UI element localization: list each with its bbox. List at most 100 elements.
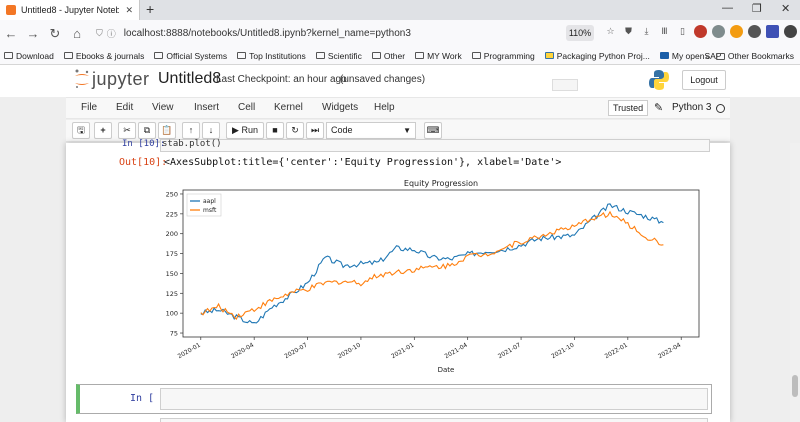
menu-help[interactable]: Help <box>374 102 395 113</box>
jupyter-logo-text: jupyter <box>92 68 150 89</box>
extension-orange-icon[interactable] <box>730 25 743 38</box>
restart-run-all-button[interactable]: ⏭ <box>306 122 324 139</box>
reload-icon[interactable]: ↻ <box>44 26 66 42</box>
bookmark-scientific[interactable]: Scientific <box>315 51 362 61</box>
opensap-icon <box>659 52 669 59</box>
menu-kernel[interactable]: Kernel <box>274 102 303 113</box>
notebook-name[interactable]: Untitled8 <box>158 70 221 88</box>
pencil-icon[interactable]: ✎ <box>654 101 663 114</box>
bookmark-programming[interactable]: Programming <box>471 51 535 61</box>
arrow-down-icon: ↓ <box>208 125 214 135</box>
sidebar-icon[interactable]: ▯ <box>676 25 689 38</box>
x-tick-label: 2022-04 <box>657 342 682 361</box>
previous-cell-input[interactable] <box>160 139 710 152</box>
move-down-button[interactable]: ↓ <box>202 122 220 139</box>
paste-button[interactable]: 📋 <box>158 122 176 139</box>
interrupt-button[interactable]: ■ <box>266 122 284 139</box>
extension-dark-icon[interactable] <box>748 25 761 38</box>
command-palette-button[interactable]: ⌨ <box>424 122 442 139</box>
menu-file[interactable]: File <box>81 102 97 113</box>
browser-tab-bar: Untitled8 - Jupyter Notebook ✕ + — ❐ ✕ <box>0 0 800 20</box>
notebook-scrollbar[interactable] <box>790 143 800 422</box>
menu-insert[interactable]: Insert <box>194 102 219 113</box>
folder-icon <box>154 52 164 59</box>
next-cell-input[interactable] <box>160 418 708 422</box>
folder-icon <box>715 52 725 60</box>
page-info-icon: ⓘ <box>106 29 116 39</box>
menu-widgets[interactable]: Widgets <box>322 102 358 113</box>
maximize-icon[interactable]: ❐ <box>752 2 762 15</box>
stop-icon: ■ <box>272 125 278 135</box>
run-button[interactable]: ▶ Run <box>226 122 264 139</box>
url-bar[interactable]: ⛉ ⓘ localhost:8888/notebooks/Untitled8.i… <box>96 23 556 44</box>
kernel-idle-indicator-icon <box>716 104 725 113</box>
x-tick-label: 2021-10 <box>550 342 575 361</box>
run-label: Run <box>241 125 258 135</box>
previous-cell-prompt: In [10]: <box>122 139 166 149</box>
bookmark-my-work[interactable]: MY Work <box>415 51 462 61</box>
cell-type-select[interactable]: Code ▼ <box>326 122 416 139</box>
copy-button[interactable]: ⧉ <box>138 122 156 139</box>
menu-edit[interactable]: Edit <box>116 102 133 113</box>
move-up-button[interactable]: ↑ <box>182 122 200 139</box>
home-icon[interactable]: ⌂ <box>66 26 88 41</box>
extension-grey-icon[interactable] <box>712 25 725 38</box>
y-tick-label: 125 <box>166 290 178 298</box>
jupyter-favicon-icon <box>6 5 16 15</box>
bookmark-ebooks[interactable]: Ebooks & journals <box>63 51 144 61</box>
chevron-right-icon[interactable]: » <box>705 51 710 61</box>
pocket-icon[interactable]: ⛊ <box>622 25 635 38</box>
library-icon[interactable]: Ⅲ <box>658 25 671 38</box>
x-tick-label: 2020-07 <box>283 342 308 361</box>
download-icon[interactable]: ⤓ <box>640 25 653 38</box>
window-close-icon[interactable]: ✕ <box>781 2 790 15</box>
x-tick-label: 2021-04 <box>443 342 468 361</box>
code-input[interactable] <box>160 388 708 410</box>
jupyter-logo[interactable]: jupyter <box>74 68 150 90</box>
tab-title: Untitled8 - Jupyter Notebook <box>21 5 120 15</box>
scissors-icon: ✂ <box>123 125 131 135</box>
folder-icon <box>315 52 325 59</box>
x-tick-label: 2020-01 <box>177 342 202 361</box>
menu-cell[interactable]: Cell <box>238 102 255 113</box>
star-icon[interactable]: ☆ <box>604 25 617 38</box>
bookmark-official-systems[interactable]: Official Systems <box>154 51 227 61</box>
restart-button[interactable]: ↻ <box>286 122 304 139</box>
series-line-msft <box>200 210 664 321</box>
paste-icon: 📋 <box>161 125 173 135</box>
x-tick-label: 2020-10 <box>337 342 362 361</box>
scrollbar-thumb[interactable] <box>792 375 798 397</box>
bookmark-packaging-python[interactable]: Packaging Python Proj... <box>544 51 650 61</box>
insert-cell-button[interactable]: + <box>94 122 112 139</box>
x-axis-label: Date <box>438 366 455 374</box>
url-text: localhost:8888/notebooks/Untitled8.ipynb… <box>123 28 411 39</box>
bookmark-other-bookmarks[interactable]: » Other Bookmarks <box>705 51 794 61</box>
bookmark-top-institutions[interactable]: Top Institutions <box>237 51 306 61</box>
trusted-badge[interactable]: Trusted <box>608 100 649 116</box>
back-arrow-icon[interactable]: ← <box>0 26 22 41</box>
extension-puzzle-icon[interactable] <box>784 25 797 38</box>
y-tick-label: 225 <box>166 210 178 218</box>
extension-hex-icon[interactable] <box>766 25 779 38</box>
menu-view[interactable]: View <box>152 102 174 113</box>
folder-icon <box>237 52 247 59</box>
logout-button[interactable]: Logout <box>682 70 726 90</box>
arrow-up-icon: ↑ <box>188 125 194 135</box>
zoom-level[interactable]: 110% <box>566 25 594 41</box>
browser-tab[interactable]: Untitled8 - Jupyter Notebook ✕ <box>0 0 140 20</box>
browser-navbar: ← → ↻ ⌂ ⛉ ⓘ localhost:8888/notebooks/Unt… <box>0 20 800 47</box>
save-button[interactable]: 🖫 <box>72 122 90 139</box>
minimize-icon[interactable]: — <box>722 2 733 14</box>
forward-arrow-icon[interactable]: → <box>22 26 44 41</box>
bookmark-other[interactable]: Other <box>371 51 405 61</box>
folder-icon <box>415 52 425 59</box>
bookmarks-bar: Download Ebooks & journals Official Syst… <box>0 47 800 65</box>
close-icon[interactable]: ✕ <box>125 5 133 16</box>
kernel-name: Python 3 <box>672 102 712 113</box>
play-icon: ▶ <box>232 125 239 135</box>
extension-red-icon[interactable] <box>694 25 707 38</box>
keyboard-icon: ⌨ <box>426 125 440 135</box>
new-tab-plus-icon[interactable]: + <box>146 1 154 17</box>
bookmark-download[interactable]: Download <box>4 51 54 61</box>
cut-button[interactable]: ✂ <box>118 122 136 139</box>
